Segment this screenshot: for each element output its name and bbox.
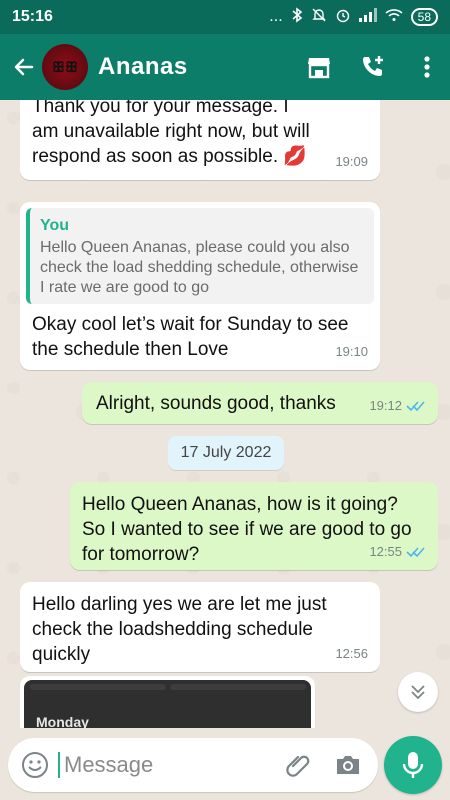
message-text: Hello darling yes we are let me just che… xyxy=(32,594,327,665)
scroll-to-bottom-button[interactable] xyxy=(398,672,438,712)
double-check-icon xyxy=(406,546,425,557)
header-actions xyxy=(306,54,440,80)
message-time: 19:09 xyxy=(335,149,368,174)
avatar[interactable]: ꕥꕥ xyxy=(42,44,88,90)
avatar-text: ꕥꕥ xyxy=(52,58,78,75)
message-time-text: 12:56 xyxy=(335,646,368,661)
double-check-icon xyxy=(406,400,425,411)
message-time-text: 12:55 xyxy=(369,544,402,559)
message-input[interactable] xyxy=(62,751,266,779)
bluetooth-icon xyxy=(291,6,303,28)
message-time: 12:55 xyxy=(369,539,426,564)
outgoing-message[interactable]: Hello Queen Ananas, how is it going? So … xyxy=(70,482,438,570)
date-separator: 17 July 2022 xyxy=(168,436,284,470)
status-icons: ... 58 xyxy=(269,6,438,28)
camera-icon[interactable] xyxy=(334,752,362,778)
signal-icon xyxy=(358,7,377,27)
message-time: 19:10 xyxy=(335,339,368,364)
quoted-text: Hello Queen Ananas, please could you als… xyxy=(40,239,359,296)
message-time-text: 19:09 xyxy=(335,154,368,169)
message-input-container[interactable] xyxy=(8,738,378,792)
incoming-message[interactable]: You Hello Queen Ananas, please could you… xyxy=(20,202,380,370)
back-arrow-icon[interactable] xyxy=(10,53,38,81)
chevrons-down-icon xyxy=(411,685,425,700)
mute-icon xyxy=(311,7,327,28)
message-time: 19:12 xyxy=(369,393,426,418)
status-time: 15:16 xyxy=(12,8,53,25)
quoted-author: You xyxy=(40,217,70,234)
alarm-icon xyxy=(335,7,351,28)
message-text-line: am unavailable right now, but will xyxy=(32,121,310,142)
incoming-message[interactable]: Hello darling yes we are let me just che… xyxy=(20,582,380,672)
quoted-reply[interactable]: You Hello Queen Ananas, please could you… xyxy=(26,208,374,304)
mic-icon xyxy=(402,752,424,778)
message-text-line: respond as soon as possible. 💋 xyxy=(32,146,308,167)
message-time-text: 19:10 xyxy=(335,344,368,359)
message-time-text: 19:12 xyxy=(369,398,402,413)
battery-indicator: 58 xyxy=(410,8,438,26)
image-message[interactable]: Monday 2022-07-18 xyxy=(20,676,315,728)
mic-button[interactable] xyxy=(384,736,442,794)
image-text-monday: Monday xyxy=(36,714,89,728)
message-time: 12:56 xyxy=(335,641,368,666)
outgoing-message[interactable]: Alright, sounds good, thanks 19:12 xyxy=(82,382,438,424)
attach-icon[interactable] xyxy=(286,752,312,778)
add-call-icon[interactable] xyxy=(360,54,386,80)
image-tab-bar xyxy=(30,684,166,690)
status-bar: 15:16 ... 58 xyxy=(0,0,450,34)
message-text: Okay cool let’s wait for Sunday to see t… xyxy=(32,314,349,360)
store-icon[interactable] xyxy=(306,54,332,80)
chat-header: ꕥꕥ Ananas xyxy=(0,34,450,100)
image-tab-bar xyxy=(170,684,306,690)
composer xyxy=(0,728,450,800)
contact-name[interactable]: Ananas xyxy=(98,53,306,81)
more-vert-icon[interactable] xyxy=(414,54,440,80)
message-text: Alright, sounds good, thanks xyxy=(96,393,336,414)
chat-area[interactable]: Thank you for your message. I am unavail… xyxy=(0,100,450,728)
emoji-icon[interactable] xyxy=(20,750,50,780)
message-text-line: Thank you for your message. I xyxy=(32,100,289,117)
wifi-icon xyxy=(385,8,403,27)
text-cursor xyxy=(58,752,60,778)
image-preview[interactable]: Monday 2022-07-18 xyxy=(24,680,311,728)
incoming-message[interactable]: Thank you for your message. I am unavail… xyxy=(20,100,380,180)
status-dots: ... xyxy=(269,8,283,25)
